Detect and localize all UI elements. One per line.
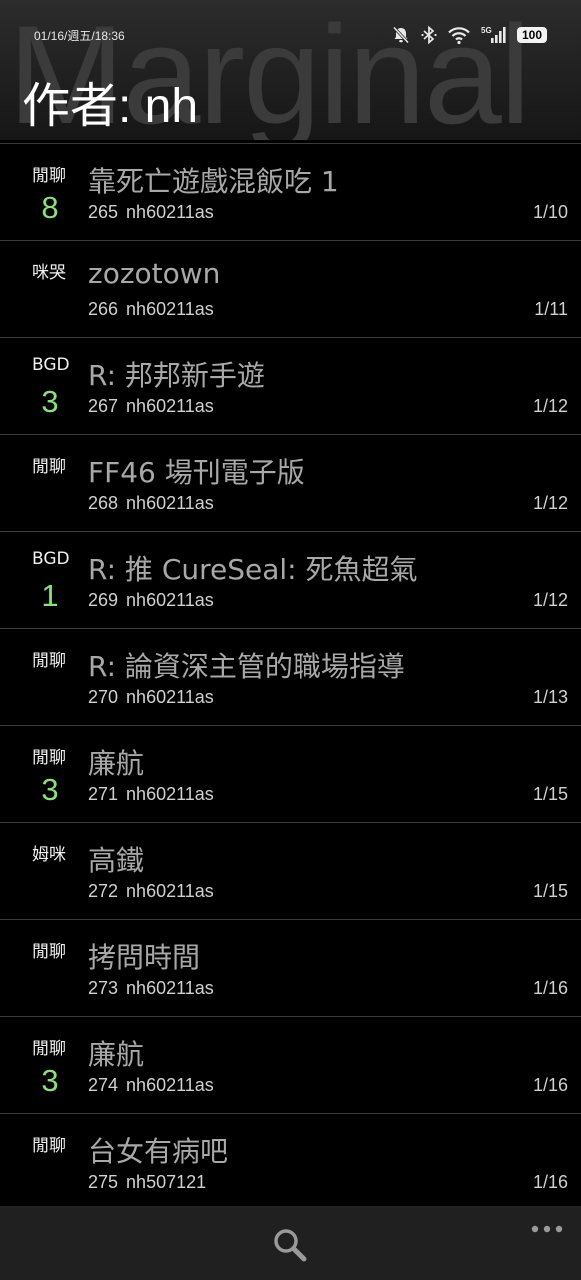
post-number: 267	[88, 396, 119, 416]
board-label: 姆咪	[32, 845, 66, 865]
post-meta: 265 nh60211as	[88, 202, 214, 223]
post-number: 266	[88, 299, 119, 319]
push-count: 3	[41, 384, 59, 419]
post-author: nh60211as	[126, 1075, 214, 1095]
board-label: 閒聊	[32, 166, 66, 186]
board-label: 閒聊	[32, 651, 66, 671]
post-author: nh60211as	[126, 202, 214, 222]
post-date: 1/15	[532, 784, 568, 804]
push-count: 3	[41, 1063, 59, 1098]
more-icon[interactable]	[530, 1220, 564, 1233]
post-author: nh60211as	[126, 687, 214, 707]
bluetooth-icon	[421, 25, 437, 45]
bell-off-icon	[391, 25, 411, 45]
board-label: 閒聊	[32, 1136, 66, 1156]
list-item[interactable]: 姆咪 高鐵 272 nh60211as 1/15	[0, 822, 581, 919]
list-item[interactable]: 閒聊 3 廉航 271 nh60211as 1/15	[0, 725, 581, 822]
push-count: 1	[41, 578, 59, 613]
list-item[interactable]: 閒聊 台女有病吧 275 nh507121 1/16	[0, 1113, 581, 1210]
push-count: 8	[41, 190, 59, 225]
post-date: 1/11	[534, 299, 568, 319]
board-label: 閒聊	[32, 1039, 66, 1059]
post-date: 1/16	[532, 1075, 568, 1095]
post-date: 1/12	[532, 493, 568, 513]
post-author: nh60211as	[126, 978, 214, 998]
status-icons: 5G 100	[391, 22, 547, 48]
list-item[interactable]: 咪哭 zozotown 266 nh60211as 1/11	[0, 240, 581, 337]
post-meta: 272 nh60211as	[88, 881, 214, 902]
battery-icon: 100	[517, 27, 547, 43]
post-number: 275	[88, 1172, 119, 1192]
board-label: BGD	[32, 549, 70, 569]
status-time: 01/16/週五/18:36	[34, 29, 125, 43]
board-label: 閒聊	[32, 457, 66, 477]
board-label: 閒聊	[32, 942, 66, 962]
post-meta: 269 nh60211as	[88, 590, 214, 611]
post-subject: FF46 場刊電子版	[88, 456, 305, 489]
header: Marginal 01/16/週五/18:36 5G 100 作者: nh	[0, 0, 581, 140]
post-subject: 高鐵	[88, 844, 145, 877]
post-subject: R: 推 CureSeal: 死魚超氣	[88, 553, 418, 586]
post-subject: 廉航	[88, 747, 145, 780]
list-item[interactable]: 閒聊 拷問時間 273 nh60211as 1/16	[0, 919, 581, 1016]
post-author: nh60211as	[126, 299, 214, 319]
post-date: 1/13	[532, 687, 568, 707]
post-meta: 268 nh60211as	[88, 493, 214, 514]
page-title: 作者: nh	[22, 80, 199, 133]
post-subject: 拷問時間	[88, 941, 201, 974]
post-author: nh60211as	[126, 590, 214, 610]
post-date: 1/15	[532, 881, 568, 901]
list-item[interactable]: BGD 1 R: 推 CureSeal: 死魚超氣 269 nh60211as 1…	[0, 531, 581, 628]
post-date: 1/16	[532, 978, 568, 998]
post-subject: 廉航	[88, 1038, 145, 1071]
post-author: nh60211as	[126, 784, 214, 804]
post-number: 272	[88, 881, 119, 901]
post-date: 1/12	[532, 590, 568, 610]
post-meta: 270 nh60211as	[88, 687, 214, 708]
board-label: 閒聊	[32, 748, 66, 768]
list-item[interactable]: 閒聊 FF46 場刊電子版 268 nh60211as 1/12	[0, 434, 581, 531]
post-author: nh60211as	[126, 493, 214, 513]
post-subject: 台女有病吧	[88, 1135, 229, 1168]
search-icon[interactable]	[271, 1226, 309, 1264]
list-item[interactable]: 閒聊 R: 論資深主管的職場指導 270 nh60211as 1/13	[0, 628, 581, 725]
svg-text:5G: 5G	[481, 26, 492, 35]
post-number: 269	[88, 590, 119, 610]
signal-5g-icon: 5G	[481, 25, 507, 45]
post-date: 1/12	[532, 396, 568, 416]
post-meta: 271 nh60211as	[88, 784, 214, 805]
post-meta: 266 nh60211as	[88, 299, 214, 320]
post-author: nh60211as	[126, 396, 214, 416]
wifi-icon	[447, 25, 471, 45]
post-number: 274	[88, 1075, 119, 1095]
post-number: 268	[88, 493, 119, 513]
post-subject: zozotown	[88, 257, 221, 290]
post-number: 270	[88, 687, 119, 707]
post-meta: 273 nh60211as	[88, 978, 214, 999]
post-list: 閒聊 8 靠死亡遊戲混飯吃 1 265 nh60211as 1/10 咪哭 zoz…	[0, 143, 581, 1210]
post-meta: 267 nh60211as	[88, 396, 214, 417]
list-item[interactable]: BGD 3 R: 邦邦新手遊 267 nh60211as 1/12	[0, 337, 581, 434]
post-date: 1/10	[532, 202, 568, 222]
post-author: nh60211as	[126, 881, 214, 901]
post-author: nh507121	[126, 1172, 207, 1192]
post-meta: 274 nh60211as	[88, 1075, 214, 1096]
post-meta: 275 nh507121	[88, 1172, 206, 1193]
post-number: 265	[88, 202, 119, 222]
post-number: 273	[88, 978, 119, 998]
post-date: 1/16	[532, 1172, 568, 1192]
list-item[interactable]: 閒聊 3 廉航 274 nh60211as 1/16	[0, 1016, 581, 1113]
board-label: 咪哭	[32, 263, 66, 283]
post-subject: 靠死亡遊戲混飯吃 1	[88, 165, 339, 198]
board-label: BGD	[32, 355, 70, 375]
push-count: 3	[41, 772, 59, 807]
post-subject: R: 論資深主管的職場指導	[88, 650, 405, 683]
bottom-toolbar	[0, 1206, 581, 1280]
post-subject: R: 邦邦新手遊	[88, 359, 265, 392]
post-number: 271	[88, 784, 119, 804]
list-item[interactable]: 閒聊 8 靠死亡遊戲混飯吃 1 265 nh60211as 1/10	[0, 143, 581, 240]
